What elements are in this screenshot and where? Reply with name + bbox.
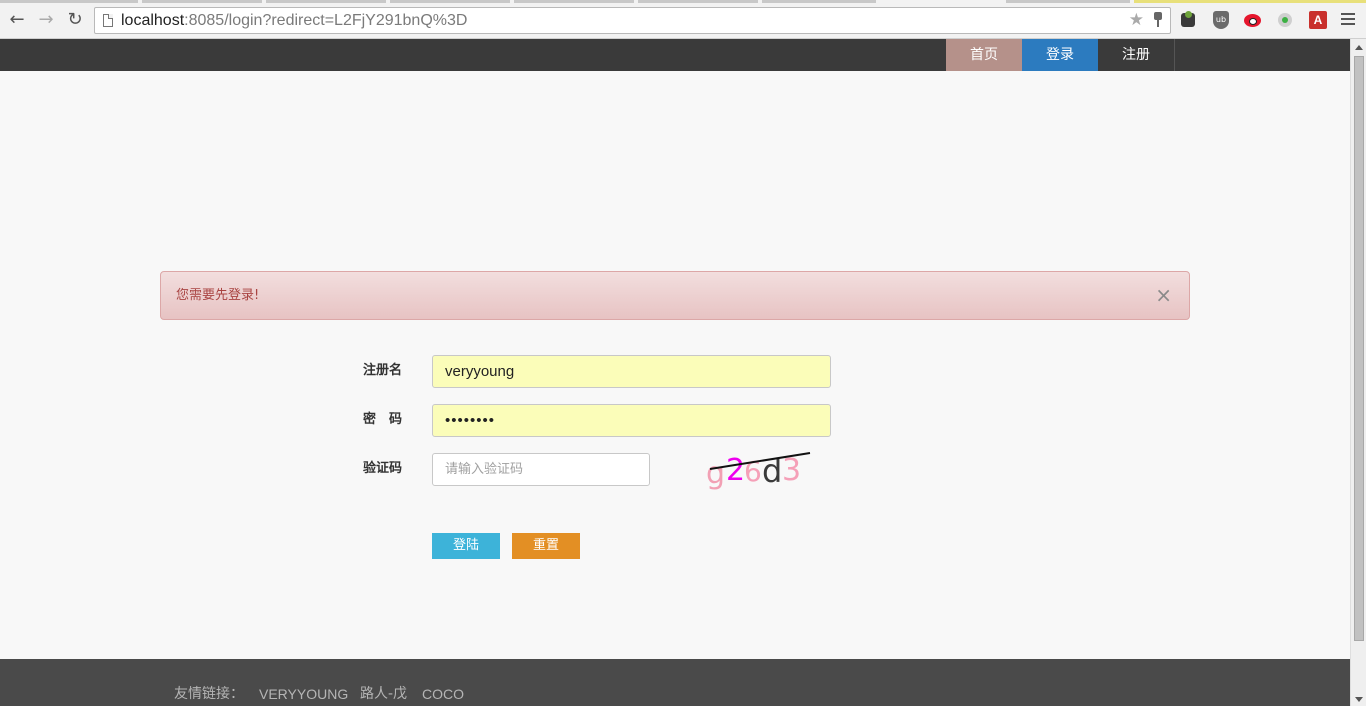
scroll-thumb[interactable]	[1354, 56, 1364, 641]
footer-link[interactable]: 路人-戊	[360, 685, 407, 703]
weibo-extension-icon[interactable]	[1243, 10, 1263, 30]
browser-toolbar: ← → ↻ localhost:8085/login?redirect=L2Fj…	[0, 0, 1366, 39]
friend-links-label: 友情链接：	[174, 686, 244, 702]
scroll-up-arrow-icon[interactable]	[1355, 45, 1363, 50]
forward-arrow-icon[interactable]: →	[35, 9, 57, 31]
footer-link[interactable]: VERYYOUNG	[259, 685, 348, 703]
captcha-input[interactable]: 请输入验证码	[432, 453, 650, 486]
tab[interactable]	[762, 0, 876, 3]
close-icon[interactable]: ×	[1155, 285, 1172, 305]
tab[interactable]	[1006, 0, 1130, 3]
tab[interactable]	[638, 0, 758, 3]
login-submit-button[interactable]: 登陆	[432, 533, 500, 559]
url-text[interactable]: localhost:8085/login?redirect=L2FjY291bn…	[121, 11, 467, 31]
tab[interactable]	[1134, 0, 1366, 3]
back-arrow-icon[interactable]: ←	[6, 9, 28, 31]
login-required-alert: 您需要先登录! ×	[160, 271, 1190, 320]
captcha-char: 2	[726, 453, 745, 488]
alert-message: 您需要先登录!	[176, 288, 260, 303]
site-navbar: 首页 登录 注册	[0, 39, 1350, 71]
username-label: 注册名	[363, 363, 403, 378]
password-field[interactable]: ••••••••	[432, 404, 831, 437]
ublock-extension-icon[interactable]	[1211, 10, 1231, 30]
password-label: 密 码	[363, 412, 403, 427]
scroll-down-arrow-icon[interactable]	[1355, 697, 1363, 702]
nav-register[interactable]: 注册	[1098, 39, 1175, 71]
reset-button[interactable]: 重置	[512, 533, 580, 559]
tab-strip	[0, 0, 1366, 3]
tab[interactable]	[0, 0, 138, 3]
page-icon	[103, 14, 113, 27]
page-scrollbar[interactable]	[1350, 39, 1366, 706]
tab[interactable]	[514, 0, 634, 3]
address-bar[interactable]: localhost:8085/login?redirect=L2FjY291bn…	[94, 7, 1171, 34]
username-field[interactable]: veryyoung	[432, 355, 831, 388]
tab[interactable]	[142, 0, 262, 3]
adobe-extension-icon[interactable]	[1308, 10, 1328, 30]
reload-icon[interactable]: ↻	[64, 9, 86, 31]
key-icon[interactable]	[1154, 12, 1162, 28]
bookmark-star-icon[interactable]: ★	[1129, 10, 1144, 30]
captcha-image[interactable]: g 2 6 d 3	[704, 449, 814, 491]
site-footer: 友情链接： VERYYOUNG 路人-戊 COCO	[0, 659, 1350, 706]
tab[interactable]	[266, 0, 386, 3]
captcha-label: 验证码	[363, 461, 403, 476]
captcha-char: 6	[744, 455, 762, 488]
footer-link[interactable]: COCO	[422, 685, 464, 703]
nav-login[interactable]: 登录	[1022, 39, 1098, 71]
captcha-char: g	[706, 456, 725, 491]
browser-menu-icon[interactable]	[1341, 13, 1355, 25]
captcha-char: 3	[782, 453, 801, 488]
nav-home[interactable]: 首页	[946, 39, 1022, 71]
tab[interactable]	[390, 0, 510, 3]
evernote-extension-icon[interactable]	[1179, 10, 1199, 30]
status-extension-icon[interactable]	[1276, 10, 1296, 30]
